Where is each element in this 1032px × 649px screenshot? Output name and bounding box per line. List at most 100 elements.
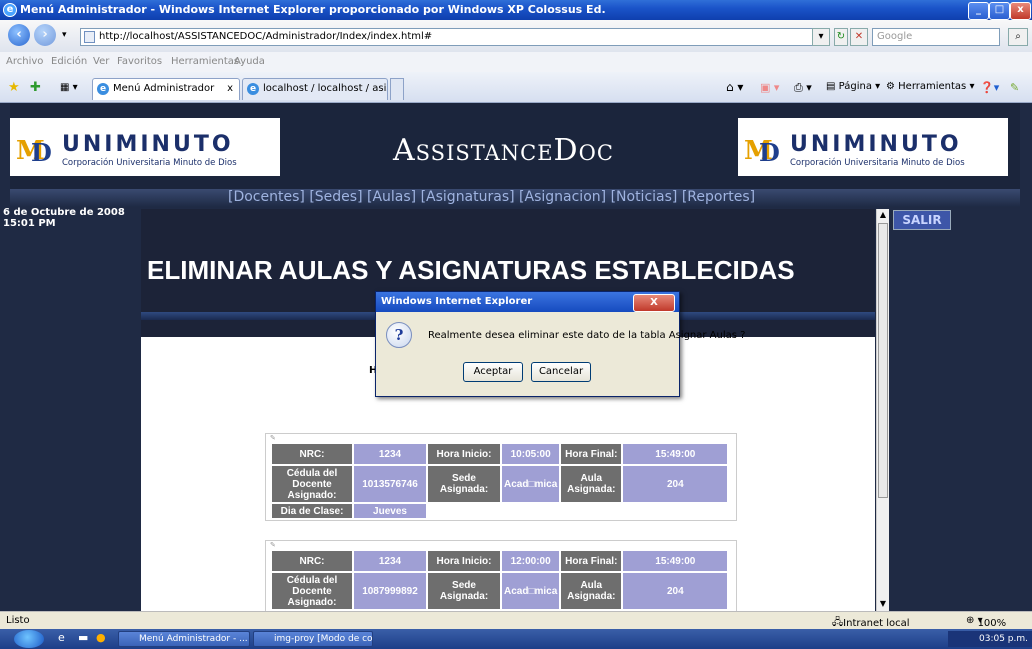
dialog-message: Realmente desea eliminar este dato de la… bbox=[428, 330, 746, 341]
menu-herramientas[interactable]: Herramientas bbox=[171, 56, 239, 67]
label-hora-inicio: Hora Inicio: bbox=[428, 444, 500, 464]
favorites-star-icon[interactable]: ★ bbox=[8, 80, 20, 95]
label-dia: Dia de Clase: bbox=[272, 504, 352, 518]
stop-icon[interactable]: ✕ bbox=[850, 28, 868, 46]
value-hora-inicio: 10:05:00 bbox=[502, 444, 560, 464]
record-edit-icon[interactable]: ✎ bbox=[266, 434, 736, 442]
menu-ayuda[interactable]: Ayuda bbox=[234, 56, 265, 67]
tab-menu-administrador[interactable]: e Menú Administrador x bbox=[92, 78, 240, 100]
search-button-icon[interactable]: ⌕ bbox=[1008, 28, 1028, 46]
nav-asignacion[interactable]: [Asignacion] bbox=[519, 189, 606, 205]
nav-aulas[interactable]: [Aulas] bbox=[367, 189, 416, 205]
uniminuto-logo-left: MD UNIMINUTO Corporación Universitaria M… bbox=[10, 118, 280, 176]
nav-noticias[interactable]: [Noticias] bbox=[611, 189, 678, 205]
value-hora-final: 15:49:00 bbox=[623, 551, 728, 571]
value-cedula: 1087999892 bbox=[354, 573, 426, 609]
label-sede: Sede Asignada: bbox=[428, 573, 500, 609]
site-banner: MD UNIMINUTO Corporación Universitaria M… bbox=[10, 103, 1020, 189]
dialog-title: Windows Internet Explorer bbox=[381, 296, 533, 307]
quicklaunch-media-icon[interactable]: ● bbox=[96, 631, 106, 644]
tab-label: Menú Administrador bbox=[113, 83, 215, 94]
logo-name: UNIMINUTO bbox=[62, 132, 234, 157]
address-url: http://localhost/ASSISTANCEDOC/Administr… bbox=[99, 31, 433, 42]
quicklaunch-desktop-icon[interactable]: ▬ bbox=[78, 631, 88, 644]
record-edit-icon[interactable]: ✎ bbox=[266, 541, 736, 549]
refresh-icon[interactable]: ↻ bbox=[834, 28, 848, 46]
task-menu-administrador[interactable]: Menú Administrador - ... bbox=[118, 631, 250, 647]
ie-page-icon: e bbox=[247, 83, 259, 95]
back-button[interactable]: ‹ bbox=[8, 24, 30, 46]
address-input[interactable]: http://localhost/ASSISTANCEDOC/Administr… bbox=[80, 28, 830, 46]
logo-subtitle: Corporación Universitaria Minuto de Dios bbox=[790, 158, 965, 168]
label-nrc: NRC: bbox=[272, 551, 352, 571]
new-tab-button[interactable] bbox=[390, 78, 404, 100]
window-title-bar: e Menú Administrador - Windows Internet … bbox=[0, 0, 1032, 20]
site-nav: [Docentes] [Sedes] [Aulas] [Asignaturas]… bbox=[228, 189, 755, 205]
label-cedula: Cédula del Docente Asignado: bbox=[272, 573, 352, 609]
accept-button[interactable]: Aceptar bbox=[463, 362, 523, 382]
label-aula: Aula Asignada: bbox=[561, 573, 622, 609]
page-icon bbox=[84, 31, 95, 43]
value-aula: 204 bbox=[623, 466, 728, 502]
label-hora-inicio: Hora Inicio: bbox=[428, 551, 500, 571]
record-card: ✎ NRC: 1234 Hora Inicio: 10:05:00 Hora F… bbox=[265, 433, 737, 521]
system-clock: 03:05 p.m. bbox=[948, 631, 1032, 647]
label-sede: Sede Asignada: bbox=[428, 466, 500, 502]
quick-tabs-icon[interactable]: ▦ ▾ bbox=[60, 82, 78, 93]
label-hora-final: Hora Final: bbox=[561, 444, 622, 464]
add-favorites-icon[interactable]: ✚ bbox=[30, 80, 41, 95]
taskbar: e ▬ ● Menú Administrador - ... img-proy … bbox=[0, 629, 1032, 649]
zoom-control[interactable]: ⊕ 100% ▾ bbox=[966, 615, 1006, 629]
nav-asignaturas[interactable]: [Asignaturas] bbox=[421, 189, 515, 205]
value-hora-final: 15:49:00 bbox=[623, 444, 728, 464]
label-cedula: Cédula del Docente Asignado: bbox=[272, 466, 352, 502]
page-menu[interactable]: ▤ Página ▾ bbox=[826, 81, 880, 92]
status-text: Listo bbox=[6, 615, 30, 626]
nav-reportes[interactable]: [Reportes] bbox=[682, 189, 755, 205]
help-icon[interactable]: ❓▾ bbox=[980, 81, 999, 94]
cancel-button[interactable]: Cancelar bbox=[531, 362, 591, 382]
history-dropdown-icon[interactable]: ▾ bbox=[62, 30, 67, 40]
current-time: 15:01 PM bbox=[3, 218, 56, 229]
tab-close-icon[interactable]: x bbox=[227, 83, 233, 94]
quicklaunch-ie-icon[interactable]: e bbox=[58, 631, 65, 644]
dialog-close-button[interactable]: X bbox=[633, 294, 675, 312]
zoom-label: 100% bbox=[977, 618, 1007, 629]
start-button[interactable] bbox=[14, 630, 44, 648]
label-nrc: NRC: bbox=[272, 444, 352, 464]
task-img-proy[interactable]: img-proy [Modo de co... bbox=[253, 631, 373, 647]
home-icon[interactable]: ⌂ ▾ bbox=[726, 80, 743, 94]
menu-ver[interactable]: Ver bbox=[93, 56, 109, 67]
menu-favoritos[interactable]: Favoritos bbox=[117, 56, 162, 67]
label-aula: Aula Asignada: bbox=[561, 466, 622, 502]
current-date: 6 de Octubre de 2008 bbox=[3, 207, 125, 218]
search-input[interactable]: Google bbox=[872, 28, 1000, 46]
address-row: ‹ › ▾ http://localhost/ASSISTANCEDOC/Adm… bbox=[0, 20, 1032, 52]
value-sede: Acad□mica bbox=[502, 573, 560, 609]
record-table: NRC: 1234 Hora Inicio: 10:05:00 Hora Fin… bbox=[270, 442, 729, 520]
scroll-thumb[interactable] bbox=[878, 223, 888, 498]
menu-edicion[interactable]: Edición bbox=[51, 56, 87, 67]
forward-button[interactable]: › bbox=[34, 24, 56, 46]
feeds-icon[interactable]: ▣ ▾ bbox=[760, 81, 779, 94]
vertical-scrollbar[interactable]: ▲ ▼ bbox=[876, 209, 889, 611]
menu-archivo[interactable]: Archivo bbox=[6, 56, 43, 67]
value-nrc: 1234 bbox=[354, 444, 426, 464]
nav-docentes[interactable]: [Docentes] bbox=[228, 189, 305, 205]
logout-button[interactable]: SALIR bbox=[893, 210, 951, 230]
research-icon[interactable]: ✎ bbox=[1010, 81, 1019, 94]
nav-sedes[interactable]: [Sedes] bbox=[309, 189, 362, 205]
tools-menu[interactable]: ⚙ Herramientas ▾ bbox=[886, 81, 974, 92]
address-dropdown-icon[interactable]: ▾ bbox=[812, 28, 830, 46]
minimize-button[interactable]: _ bbox=[968, 2, 989, 20]
close-window-button[interactable]: x bbox=[1010, 2, 1031, 20]
maximize-button[interactable]: □ bbox=[989, 2, 1010, 20]
record-card: ✎ NRC: 1234 Hora Inicio: 12:00:00 Hora F… bbox=[265, 540, 737, 611]
confirm-dialog: Windows Internet Explorer X ? Realmente … bbox=[375, 291, 745, 397]
print-icon[interactable]: ⎙ ▾ bbox=[794, 81, 812, 95]
uniminuto-logo-right: MD UNIMINUTO Corporación Universitaria M… bbox=[738, 118, 1008, 176]
scroll-down-icon[interactable]: ▼ bbox=[878, 598, 888, 610]
zone-label: Intranet local bbox=[843, 618, 910, 629]
tab-localhost[interactable]: e localhost / localhost / asisten... bbox=[242, 78, 388, 100]
scroll-up-icon[interactable]: ▲ bbox=[878, 209, 888, 221]
